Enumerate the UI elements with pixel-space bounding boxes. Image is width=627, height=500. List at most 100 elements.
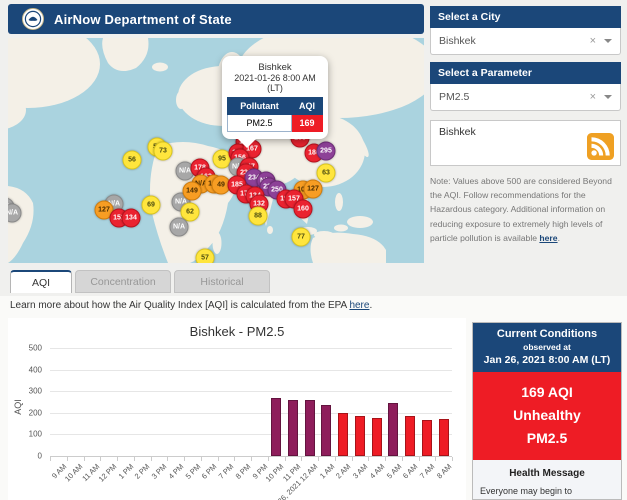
chart-x-tick-label: 1 AM — [318, 462, 336, 480]
city-caret-down-icon[interactable] — [604, 39, 612, 47]
chart-x-tick — [50, 457, 51, 461]
popup-pollutant-value: PM2.5 — [228, 115, 292, 132]
chart-bar — [288, 400, 298, 456]
chart-bar — [405, 416, 415, 456]
note-text-body: Note: Values above 500 are considered Be… — [430, 176, 612, 243]
health-message-panel: Health Message Everyone may begin to exp… — [473, 468, 621, 500]
aqi-marker[interactable]: 77 — [292, 228, 311, 247]
tab-bar: AQI Concentration Historical — [10, 270, 270, 293]
aqi-marker[interactable]: 63 — [317, 164, 336, 183]
chart-x-tick-label: 12 PM — [97, 462, 119, 484]
chart-x-tick-label: 6 PM — [200, 462, 219, 481]
parameter-select-value: PM2.5 — [439, 91, 590, 103]
conditions-observed-at: observed at — [477, 342, 617, 352]
learn-more-link[interactable]: here — [349, 300, 369, 311]
chart-x-tick — [218, 457, 219, 461]
aqi-marker[interactable]: 88 — [249, 207, 268, 226]
chart-x-tick — [251, 457, 252, 461]
select-parameter-panel: Select a Parameter PM2.5 × — [430, 62, 621, 111]
note-text-period: . — [558, 233, 560, 243]
learn-more-body: Learn more about how the Air Quality Ind… — [10, 300, 349, 311]
chart-x-tick-label: 4 PM — [167, 462, 186, 481]
chart-plot: 01002003004005009 AM10 AM11 AM12 PM1 PM2… — [8, 318, 466, 500]
chart-bar — [305, 400, 315, 456]
conditions-title: Current Conditions — [477, 328, 617, 340]
popup-datetime: 2021-01-26 8:00 AM — [227, 73, 323, 83]
aqi-marker[interactable]: 134 — [122, 209, 141, 228]
chart-x-tick-label: 5 PM — [183, 462, 202, 481]
chart-x-tick-label: 10 PM — [264, 462, 286, 484]
note-text: Note: Values above 500 are considered Be… — [430, 174, 621, 245]
aqi-marker[interactable]: 57 — [196, 249, 215, 264]
aqi-marker[interactable]: 160 — [294, 200, 313, 219]
aqi-marker[interactable]: 295 — [317, 142, 336, 161]
popup-timezone: (LT) — [227, 83, 323, 93]
select-parameter-header: Select a Parameter — [430, 62, 621, 84]
chart-bar — [372, 418, 382, 456]
rss-feed-icon[interactable] — [587, 133, 614, 160]
chart-bar — [388, 403, 398, 456]
chart-x-tick — [184, 457, 185, 461]
note-link[interactable]: here — [539, 233, 557, 243]
chart-x-tick-label: 7 PM — [217, 462, 236, 481]
chart-x-tick — [335, 457, 336, 461]
chart-x-tick — [368, 457, 369, 461]
conditions-category: Unhealthy — [473, 404, 621, 427]
aqi-marker[interactable]: 56 — [123, 151, 142, 170]
chart-x-tick — [435, 457, 436, 461]
parameter-select[interactable]: PM2.5 × — [430, 84, 621, 111]
learn-more-text: Learn more about how the Air Quality Ind… — [10, 300, 372, 311]
chart-gridline — [50, 370, 452, 371]
chart-x-tick-label: 7 AM — [418, 462, 436, 480]
chart-x-tick — [452, 457, 453, 461]
city-clear-icon[interactable]: × — [590, 35, 596, 47]
chart-y-tick-label: 400 — [8, 365, 42, 374]
aqi-marker[interactable]: 73 — [154, 142, 173, 161]
chart-x-tick — [67, 457, 68, 461]
dos-seal-icon — [22, 8, 44, 30]
chart-x-tick — [352, 457, 353, 461]
chart-x-tick — [167, 457, 168, 461]
conditions-header: Current Conditions observed at Jan 26, 2… — [473, 323, 621, 372]
chart-x-tick — [385, 457, 386, 461]
popup-table: Pollutant AQI PM2.5 169 — [227, 97, 323, 132]
tab-historical[interactable]: Historical — [174, 270, 270, 293]
chart-x-tick — [318, 457, 319, 461]
select-city-header: Select a City — [430, 6, 621, 28]
parameter-caret-down-icon[interactable] — [604, 95, 612, 103]
chart-x-tick — [301, 457, 302, 461]
health-message-title: Health Message — [473, 468, 621, 479]
chart-bar — [271, 398, 281, 456]
chart-x-tick-label: 5 AM — [385, 462, 403, 480]
chart-x-tick — [151, 457, 152, 461]
aqi-marker[interactable]: 149 — [183, 182, 202, 201]
chart-bar — [321, 405, 331, 456]
chart-x-tick — [134, 457, 135, 461]
chart-x-tick-label: 8 PM — [234, 462, 253, 481]
chart-x-tick-label: 3 PM — [150, 462, 169, 481]
city-select[interactable]: Bishkek × — [430, 28, 621, 55]
aqi-marker[interactable]: 69 — [142, 196, 161, 215]
chart-x-tick-label: 2 PM — [133, 462, 152, 481]
tab-aqi[interactable]: AQI — [10, 270, 72, 293]
aqi-marker[interactable]: N/A — [170, 218, 189, 237]
chart-gridline — [50, 348, 452, 349]
aqi-marker[interactable]: 127 — [304, 180, 323, 199]
chart-y-tick-label: 500 — [8, 344, 42, 353]
conditions-panel: Current Conditions observed at Jan 26, 2… — [472, 322, 622, 500]
chart-x-tick-label: 1 PM — [116, 462, 135, 481]
chart-x-tick-label: 8 AM — [435, 462, 453, 480]
chart-y-tick-label: 300 — [8, 387, 42, 396]
chart-bar — [439, 419, 449, 456]
chart-x-tick-label: 3 AM — [351, 462, 369, 480]
chart-x-tick — [234, 457, 235, 461]
chart-x-tick — [285, 457, 286, 461]
chart-x-tick — [100, 457, 101, 461]
chart-x-tick — [84, 457, 85, 461]
world-map[interactable]: N/AN/AN/A12715213456577369N/A62N/A5795N/… — [8, 38, 424, 263]
chart-bar — [338, 413, 348, 456]
chart-x-tick-label: 10 AM — [63, 462, 84, 483]
popup-col-pollutant: Pollutant — [228, 98, 292, 115]
tab-concentration[interactable]: Concentration — [75, 270, 171, 293]
parameter-clear-icon[interactable]: × — [590, 91, 596, 103]
